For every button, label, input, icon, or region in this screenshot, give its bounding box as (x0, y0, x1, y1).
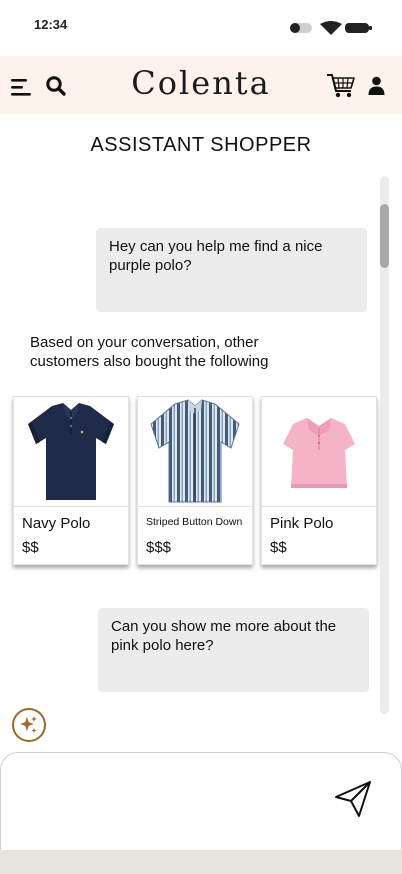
bottom-bar (0, 850, 402, 874)
product-image-navy-polo (14, 397, 128, 507)
assistant-message-text: Based on your conversation, other custom… (30, 334, 269, 370)
app-header: Colenta (0, 56, 402, 114)
sparkle-icon (20, 716, 37, 733)
message-input[interactable] (15, 763, 315, 839)
cart-icon[interactable] (326, 70, 356, 100)
chat-scrollbar-thumb[interactable] (380, 204, 389, 268)
wifi-icon (320, 21, 342, 35)
product-name: Navy Polo (22, 515, 91, 532)
product-card-striped-button-down[interactable]: Striped Button Down $$$ (137, 396, 253, 565)
status-bar: 12:34 (0, 0, 402, 54)
status-time: 12:34 (34, 17, 68, 32)
pink-polo-shirt-icon (283, 417, 355, 488)
user-message-text: Can you show me more about the pink polo… (111, 618, 337, 654)
user-message-bubble: Can you show me more about the pink polo… (98, 608, 369, 692)
product-card-pink-polo[interactable]: Pink Polo $$ (261, 396, 377, 565)
product-image-striped-button-down (138, 397, 252, 507)
product-price: $$ (270, 539, 287, 556)
message-composer (0, 752, 402, 850)
product-image-pink-polo (262, 397, 376, 507)
navy-polo-shirt-icon (28, 402, 114, 500)
cellular-icon (290, 23, 312, 33)
product-price: $$ (22, 539, 39, 556)
product-card-navy-polo[interactable]: Navy Polo $$ (13, 396, 129, 565)
product-name: Pink Polo (270, 515, 334, 532)
sparkle-button[interactable] (12, 708, 46, 742)
send-icon (335, 781, 371, 817)
user-icon[interactable] (368, 76, 385, 95)
status-icons (290, 21, 372, 35)
page-title: ASSISTANT SHOPPER (90, 134, 312, 156)
user-message-text: Hey can you help me find a nice purple p… (109, 238, 323, 274)
send-button[interactable] (333, 779, 373, 819)
product-name: Striped Button Down (146, 516, 243, 528)
user-message-bubble: Hey can you help me find a nice purple p… (96, 228, 367, 312)
battery-icon (345, 23, 372, 33)
striped-shirt-icon (150, 398, 240, 502)
product-price: $$$ (146, 539, 172, 556)
